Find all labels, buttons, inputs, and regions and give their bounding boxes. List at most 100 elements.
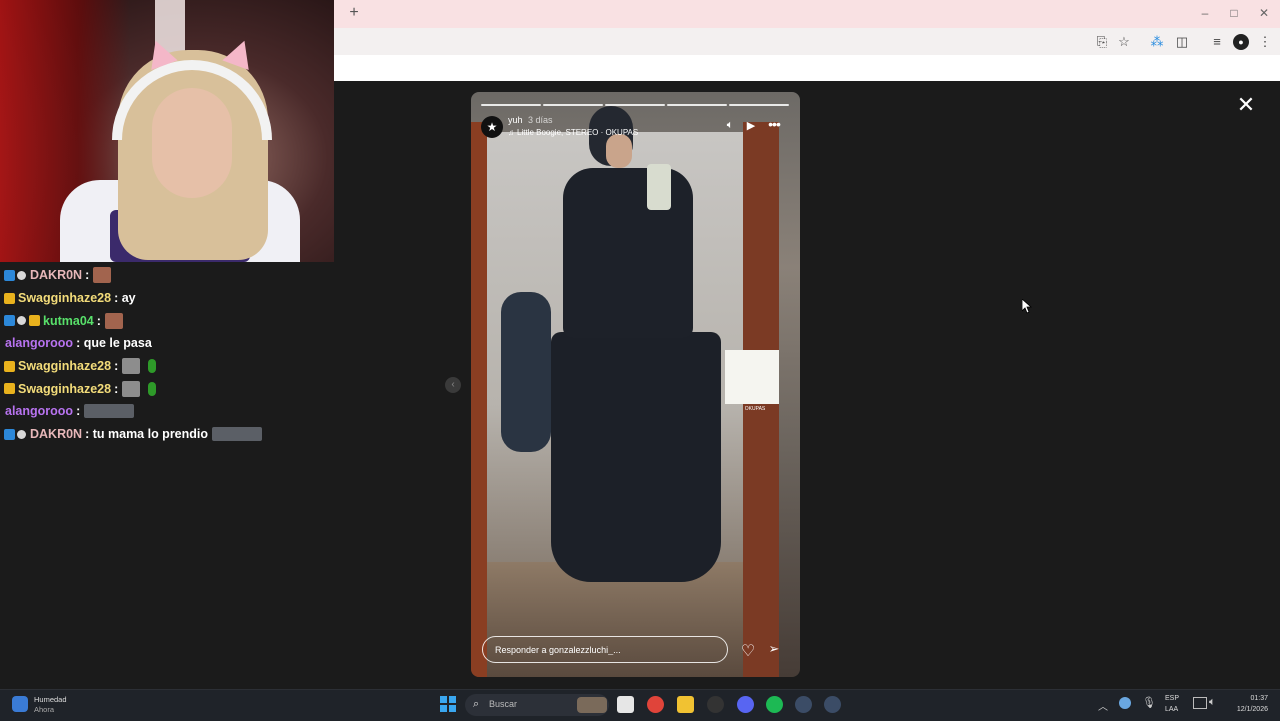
emote-wide-icon <box>84 404 135 419</box>
emote-brown-icon <box>104 312 123 329</box>
chat-username[interactable]: kutma04 <box>43 314 94 328</box>
emote-bw-icon <box>122 380 141 397</box>
reply-input[interactable] <box>482 636 728 663</box>
browser-toolbar: ⎘ ☆ ⁂ ◫ ≡ ● ⋮ <box>334 28 1280 55</box>
chat-overlay: DAKR0N: Swagginhaze28: ay kutma04: alangoro… <box>0 264 334 446</box>
star-icon[interactable]: ★ <box>481 116 503 138</box>
webcam-feed <box>0 0 334 262</box>
chat-username[interactable]: DAKR0N <box>30 268 82 282</box>
person-pants <box>551 332 721 582</box>
more-options-icon[interactable]: ••• <box>765 116 783 132</box>
restore-button[interactable]: □ <box>1225 6 1243 20</box>
gaming-chair <box>501 292 551 452</box>
chat-username[interactable]: alangorooo <box>5 336 73 350</box>
minimize-button[interactable]: – <box>1196 6 1214 20</box>
chat-text: : <box>76 404 81 419</box>
person-face <box>606 134 632 168</box>
chat-text: : <box>96 313 101 328</box>
weather-subtitle: Ahora <box>34 705 55 714</box>
chat-text: : <box>114 359 119 374</box>
progress-segment <box>481 104 541 106</box>
chat-username[interactable]: Swagginhaze28 <box>18 382 111 396</box>
task-view-icon[interactable] <box>617 696 634 713</box>
clock-date[interactable]: 12/1/2026 <box>1224 706 1268 713</box>
progress-segment <box>667 104 727 106</box>
emote-wide-icon <box>212 427 263 442</box>
send-icon[interactable]: ➢ <box>766 641 782 657</box>
profile-avatar-icon[interactable]: ● <box>1233 34 1249 50</box>
badge-gold-icon <box>4 360 15 372</box>
search-placeholder: Buscar <box>489 699 518 709</box>
weather-title[interactable]: Humedad <box>34 695 67 704</box>
badge-blue-icon <box>4 428 15 440</box>
music-sticker-caption: OKUPAS <box>744 406 766 412</box>
chat-text: : <box>114 381 119 396</box>
discord-icon[interactable] <box>737 696 754 713</box>
chat-message: kutma04: <box>0 309 334 332</box>
music-sticker[interactable] <box>725 350 779 404</box>
chat-message: Swagginhaze28: ay <box>0 287 334 310</box>
chat-text: : que le pasa <box>76 336 152 351</box>
chat-username[interactable]: Swagginhaze28 <box>18 359 111 373</box>
steam-icon[interactable] <box>795 696 812 713</box>
chat-message: Swagginhaze28: <box>0 355 334 378</box>
bookmarks-bar <box>334 55 1280 81</box>
play-icon[interactable]: ▶ <box>745 119 757 132</box>
display-icon[interactable] <box>1193 697 1207 709</box>
progress-segment <box>605 104 665 106</box>
badge-gold-icon <box>29 315 40 327</box>
windows-taskbar: Humedad Ahora ⌕ Buscar ︿ 🎙︎ ESP LAA 🔈︎ 0… <box>0 689 1280 721</box>
taskbar-search[interactable]: ⌕ Buscar <box>465 694 609 716</box>
keyboard-layout[interactable]: LAA <box>1165 706 1178 713</box>
chat-text: : <box>85 268 90 283</box>
chrome-icon[interactable] <box>647 696 664 713</box>
media-controls-icon[interactable]: ≡ <box>1209 34 1225 50</box>
chat-username[interactable]: DAKR0N <box>30 427 82 441</box>
chevron-left-icon[interactable]: ‹ <box>445 377 461 393</box>
browser-menu-icon[interactable]: ⋮ <box>1257 34 1273 50</box>
badge-white-icon <box>17 270 26 280</box>
volume-icon[interactable]: 🔈︎ <box>723 119 737 132</box>
story-username[interactable]: yuh <box>508 115 523 125</box>
emote-green-icon <box>148 381 157 396</box>
badge-blue-icon <box>4 269 15 281</box>
chat-message: alangorooo: <box>0 400 334 423</box>
microphone-icon[interactable]: 🎙︎ <box>1142 696 1156 709</box>
badge-gold-icon <box>4 292 15 304</box>
install-app-icon[interactable]: ⎘ <box>1094 34 1110 50</box>
new-tab-button[interactable]: + <box>346 4 362 22</box>
chat-text: : ay <box>114 291 136 306</box>
network-icon[interactable] <box>1119 697 1131 709</box>
mirror-frame-left <box>471 122 487 677</box>
app-dark-icon[interactable] <box>707 696 724 713</box>
chat-text: : tu mama lo prendio <box>85 427 209 442</box>
chat-message: DAKR0N: tu mama lo prendio <box>0 423 334 446</box>
volume-tray-icon[interactable]: 🔈︎ <box>1209 696 1216 709</box>
chat-message: Swagginhaze28: <box>0 377 334 400</box>
chevron-up-icon[interactable]: ︿ <box>1098 698 1108 713</box>
mouse-cursor-icon <box>1022 299 1032 314</box>
chat-message: DAKR0N: <box>0 264 334 287</box>
chat-username[interactable]: alangorooo <box>5 404 73 418</box>
story-music-label[interactable]: Little Boogie, STEREO · OKUPAS <box>517 128 638 137</box>
person-jacket <box>563 168 693 338</box>
language-indicator[interactable]: ESP <box>1165 695 1179 702</box>
steam-2-icon[interactable] <box>824 696 841 713</box>
spotify-icon[interactable] <box>766 696 783 713</box>
clock-time[interactable]: 01:37 <box>1230 695 1268 702</box>
badge-gold-icon <box>4 383 15 395</box>
weather-icon[interactable] <box>12 696 28 712</box>
file-explorer-icon[interactable] <box>677 696 694 713</box>
translate-extension-icon[interactable]: ⁂ <box>1149 34 1165 50</box>
story-card[interactable]: OKUPAS ★ yuh 3 días ♫ Little Boogie, STE… <box>471 92 800 677</box>
close-window-button[interactable]: ✕ <box>1255 6 1273 20</box>
bookmark-star-icon[interactable]: ☆ <box>1116 34 1132 50</box>
search-icon: ⌕ <box>473 698 480 710</box>
chat-message: alangorooo: que le pasa <box>0 332 334 355</box>
windows-start-icon[interactable] <box>440 696 457 713</box>
heart-icon[interactable]: ♡ <box>739 641 757 661</box>
emote-brown-icon <box>93 267 112 284</box>
close-icon[interactable]: ✕ <box>1236 94 1256 116</box>
extensions-puzzle-icon[interactable]: ◫ <box>1174 34 1190 50</box>
chat-username[interactable]: Swagginhaze28 <box>18 291 111 305</box>
